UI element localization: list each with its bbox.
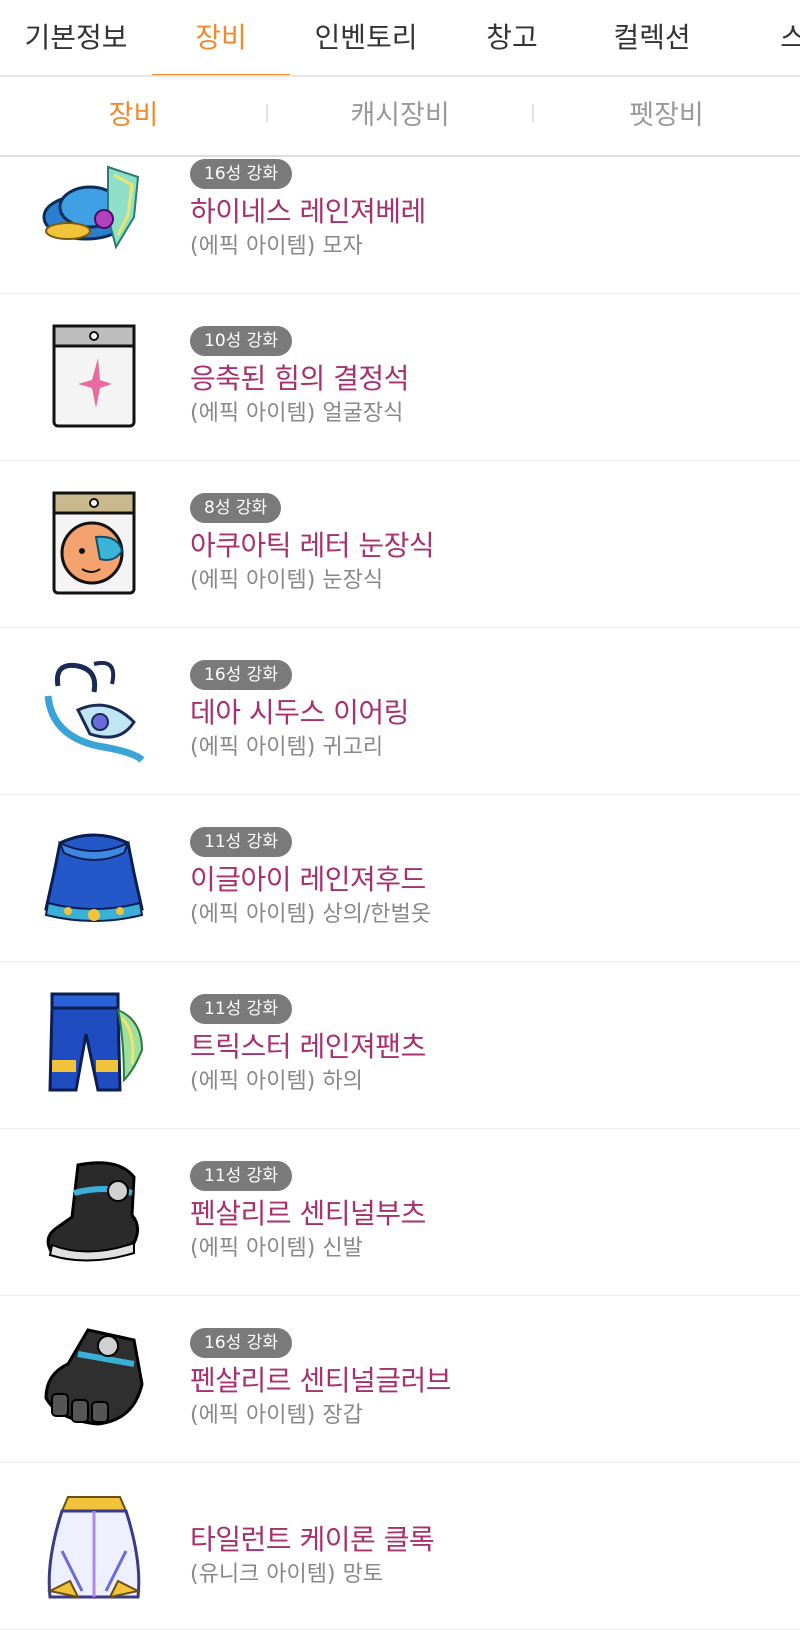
cape-icon	[47, 1496, 141, 1599]
tab-storage[interactable]: 창고	[442, 0, 582, 75]
list-item[interactable]: 8성 강화 아쿠아틱 레터 눈장식 (에픽 아이템) 눈장식	[0, 461, 800, 628]
tab-skill[interactable]: 스킬	[756, 0, 800, 75]
list-item[interactable]: 11성 강화 펜살리르 센티널부츠 (에픽 아이템) 신발	[0, 1129, 800, 1296]
star-force-badge: 10성 강화	[190, 326, 292, 356]
item-type: (에픽 아이템) 귀고리	[190, 735, 384, 760]
list-item[interactable]: 16성 강화 하이네스 레인져베레 (에픽 아이템) 모자	[0, 157, 800, 294]
star-force-badge: 16성 강화	[190, 1328, 292, 1358]
item-text: 11성 강화 펜살리르 센티널부츠 (에픽 아이템) 신발	[190, 1161, 426, 1265]
pants-icon	[48, 992, 144, 1092]
item-text: 11성 강화 이글아이 레인져후드 (에픽 아이템) 상의/한벌옷	[190, 827, 431, 931]
list-item[interactable]: 16성 강화 펜살리르 센티널글러브 (에픽 아이템) 장갑	[0, 1296, 800, 1463]
star-force-badge: 11성 강화	[190, 827, 292, 857]
item-type: (에픽 아이템) 장갑	[190, 1403, 363, 1428]
earring-icon	[44, 661, 145, 763]
tab-inventory[interactable]: 인벤토리	[290, 0, 442, 75]
eye-accessory-icon	[52, 491, 136, 595]
subtab-divider	[266, 104, 268, 122]
tab-collection[interactable]: 컬렉션	[582, 0, 722, 75]
main-tab-bar: 기본정보 장비 인벤토리 창고 컬렉션 스킬	[0, 0, 800, 77]
face-accessory-icon	[52, 324, 136, 428]
item-name: 아쿠아틱 레터 눈장식	[190, 529, 435, 562]
list-item[interactable]: 16성 강화 데아 시두스 이어링 (에픽 아이템) 귀고리	[0, 628, 800, 795]
tab-basic-info[interactable]: 기본정보	[0, 0, 152, 75]
item-type: (유니크 아이템) 망토	[190, 1562, 384, 1587]
item-text: 16성 강화 펜살리르 센티널글러브 (에픽 아이템) 장갑	[190, 1328, 452, 1432]
item-name: 데아 시두스 이어링	[190, 696, 409, 729]
item-text: 타일런트 케이론 클록 (유니크 아이템) 망토	[190, 1521, 435, 1591]
subtab-pet-equipment[interactable]: 펫장비	[533, 77, 800, 155]
star-force-badge: 16성 강화	[190, 660, 292, 690]
item-name: 타일런트 케이론 클록	[190, 1523, 435, 1556]
item-name: 펜살리르 센티널부츠	[190, 1197, 426, 1230]
gloves-icon	[44, 1328, 144, 1426]
item-text: 11성 강화 트릭스터 레인져팬츠 (에픽 아이템) 하의	[190, 994, 426, 1098]
item-type: (에픽 아이템) 눈장식	[190, 568, 384, 593]
hat-icon	[42, 165, 140, 250]
star-force-badge: 11성 강화	[190, 994, 292, 1024]
item-text: 8성 강화 아쿠아틱 레터 눈장식 (에픽 아이템) 눈장식	[190, 493, 435, 597]
subtab-cash-equipment[interactable]: 캐시장비	[267, 77, 533, 155]
item-text: 16성 강화 하이네스 레인져베레 (에픽 아이템) 모자	[190, 159, 426, 263]
boots-icon	[46, 1161, 139, 1262]
item-text: 10성 강화 응축된 힘의 결정석 (에픽 아이템) 얼굴장식	[190, 326, 409, 430]
item-name: 하이네스 레인져베레	[190, 195, 426, 228]
item-name: 응축된 힘의 결정석	[190, 362, 409, 395]
subtab-divider	[532, 104, 534, 122]
list-item[interactable]: 11성 강화 이글아이 레인져후드 (에픽 아이템) 상의/한벌옷	[0, 795, 800, 962]
equipment-list: 16성 강화 하이네스 레인져베레 (에픽 아이템) 모자 10성 강화 응축된…	[0, 157, 800, 1630]
list-item[interactable]: 타일런트 케이론 클록 (유니크 아이템) 망토	[0, 1463, 800, 1630]
item-name: 펜살리르 센티널글러브	[190, 1364, 452, 1397]
item-type: (에픽 아이템) 모자	[190, 234, 363, 259]
top-icon	[44, 833, 144, 922]
star-force-badge: 11성 강화	[190, 1161, 292, 1191]
item-type: (에픽 아이템) 하의	[190, 1069, 363, 1094]
item-text: 16성 강화 데아 시두스 이어링 (에픽 아이템) 귀고리	[190, 660, 409, 764]
list-item[interactable]: 11성 강화 트릭스터 레인져팬츠 (에픽 아이템) 하의	[0, 962, 800, 1129]
item-type: (에픽 아이템) 신발	[190, 1236, 363, 1261]
item-type: (에픽 아이템) 상의/한벌옷	[190, 902, 431, 927]
list-item[interactable]: 10성 강화 응축된 힘의 결정석 (에픽 아이템) 얼굴장식	[0, 294, 800, 461]
star-force-badge: 8성 강화	[190, 493, 282, 523]
sub-tab-bar: 장비 캐시장비 펫장비	[0, 77, 800, 157]
item-name: 트릭스터 레인져팬츠	[190, 1030, 426, 1063]
tab-equipment[interactable]: 장비	[152, 0, 290, 75]
item-name: 이글아이 레인져후드	[190, 863, 426, 896]
subtab-equipment[interactable]: 장비	[0, 77, 267, 155]
item-type: (에픽 아이템) 얼굴장식	[190, 401, 404, 426]
star-force-badge: 16성 강화	[190, 159, 292, 189]
